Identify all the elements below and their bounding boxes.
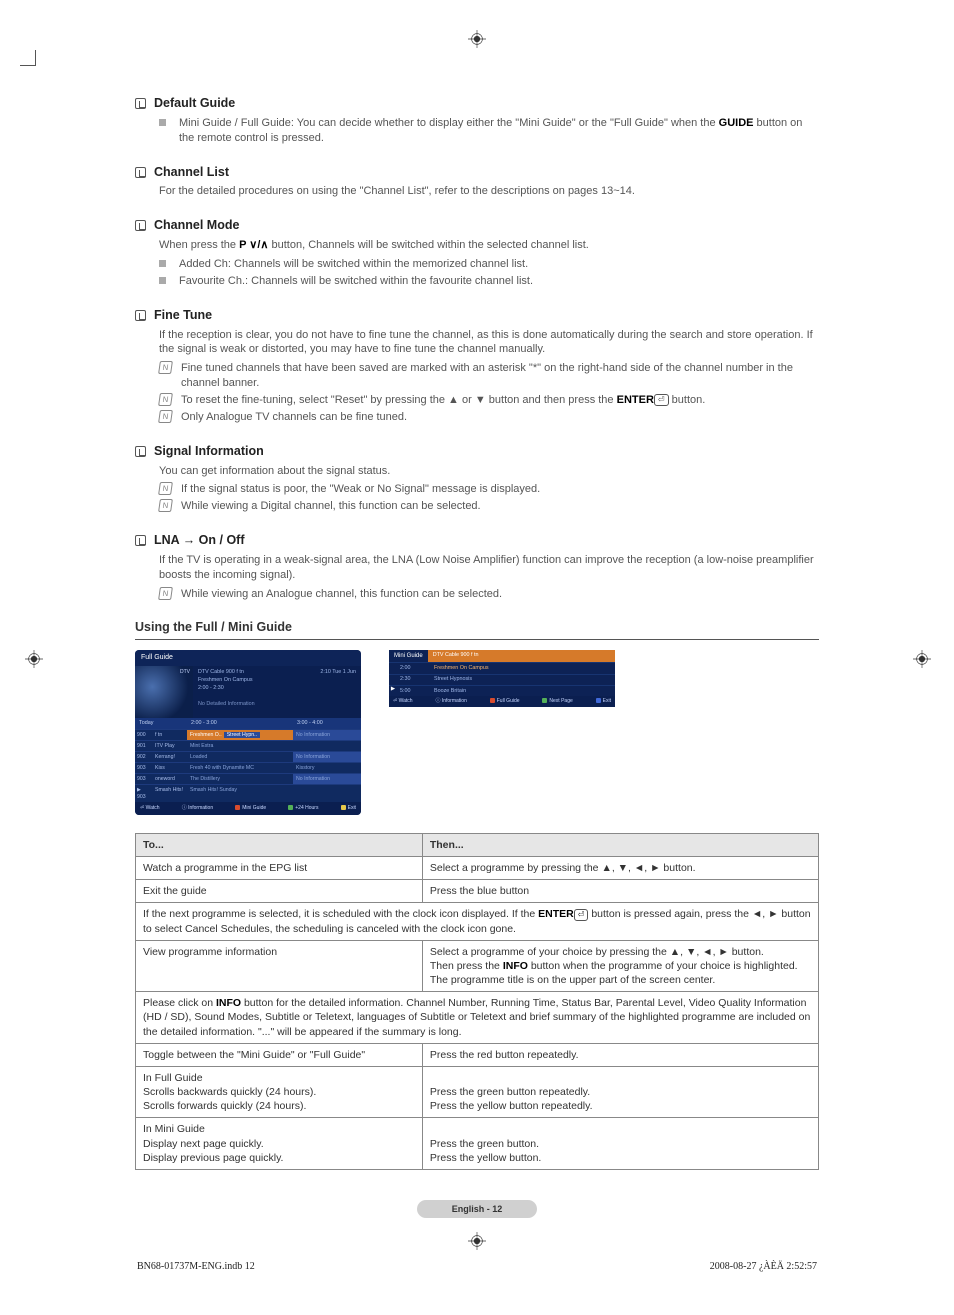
note-item: NIf the signal status is poor, the "Weak… <box>159 482 819 497</box>
note-icon: N <box>158 482 173 495</box>
section-marker-icon <box>135 310 146 321</box>
note-icon: N <box>158 499 173 512</box>
section-body: You can get information about the signal… <box>159 464 819 479</box>
fg-row: 900f tnFreshmen O..Street Hypn..No Infor… <box>135 729 361 740</box>
square-bullet-icon <box>159 277 166 284</box>
th-then: Then... <box>422 833 818 856</box>
fg-row: 901ITV PlayMint Extra <box>135 740 361 751</box>
note-icon: N <box>158 587 173 600</box>
section-title: Channel List <box>154 164 229 181</box>
table-row: In Mini Guide Display next page quickly.… <box>136 1118 819 1170</box>
instruction-table: To... Then... Watch a programme in the E… <box>135 833 819 1170</box>
fg-preview-info: DTV Cable 900 f tn2:10 Tue 1 Jun Freshme… <box>193 666 361 718</box>
table-note-row: Please click on INFO button for the deta… <box>136 992 819 1044</box>
note-item: NFine tuned channels that have been save… <box>159 361 819 391</box>
section-marker-icon <box>135 220 146 231</box>
square-bullet-icon <box>159 260 166 267</box>
section-body: When press the P ∨/∧ button, Channels wi… <box>159 238 819 253</box>
mg-row: 2:30Street Hypnosis <box>389 674 615 685</box>
full-guide-screenshot: Full Guide DTV DTV Cable 900 f tn2:10 Tu… <box>135 650 361 815</box>
section-marker-icon <box>135 98 146 109</box>
note-item: NWhile viewing a Digital channel, this f… <box>159 499 819 514</box>
section-title: Channel Mode <box>154 217 239 234</box>
page-number-badge: English - 12 <box>417 1200 537 1218</box>
note-item: NTo reset the fine-tuning, select "Reset… <box>159 393 819 408</box>
enter-icon: ⏎ <box>654 394 669 406</box>
mini-guide-screenshot: Mini Guide DTV Cable 900 f tn 2:00Freshm… <box>389 650 615 707</box>
section-channel-mode: Channel Mode When press the P ∨/∧ button… <box>135 217 819 288</box>
table-note-row: If the next programme is selected, it is… <box>136 903 819 940</box>
table-row: In Full Guide Scrolls backwards quickly … <box>136 1066 819 1118</box>
note-item: NOnly Analogue TV channels can be fine t… <box>159 410 819 425</box>
section-channel-list: Channel List For the detailed procedures… <box>135 164 819 200</box>
section-title: Fine Tune <box>154 307 212 324</box>
section-body: For the detailed procedures on using the… <box>159 184 819 199</box>
fg-preview-thumb: DTV <box>135 666 193 718</box>
subheading-using-guide: Using the Full / Mini Guide <box>135 619 819 640</box>
enter-icon: ⏎ <box>574 909 589 921</box>
table-row: View programme information Select a prog… <box>136 940 819 992</box>
section-fine-tune: Fine Tune If the reception is clear, you… <box>135 307 819 425</box>
section-body: If the TV is operating in a weak-signal … <box>159 553 819 583</box>
fg-row: ▶ 903Smash Hits!Smash Hits! Sunday <box>135 784 361 802</box>
fg-table-header: Today 2:00 - 3:00 3:00 - 4:00 <box>135 718 361 729</box>
note-icon: N <box>158 393 173 406</box>
section-title: Signal Information <box>154 443 264 460</box>
footer-timestamp: 2008-08-27 ¿ÀÈÄ 2:52:57 <box>710 1260 817 1274</box>
th-to: To... <box>136 833 423 856</box>
table-row: Watch a programme in the EPG list Select… <box>136 857 819 880</box>
fg-row: 903KissFresh 40 with Dynamite MCKisstory <box>135 762 361 773</box>
section-marker-icon <box>135 446 146 457</box>
crop-mark-tl <box>20 50 36 66</box>
note-icon: N <box>158 410 173 423</box>
section-default-guide: Default Guide Mini Guide / Full Guide: Y… <box>135 95 819 146</box>
mg-row: 2:00Freshmen On Campus <box>389 662 615 673</box>
fg-row: 903onewordThe DistilleryNo Information <box>135 773 361 784</box>
fg-footer: ⏎ Watch ⓘ Information Mini Guide +24 Hou… <box>135 802 361 815</box>
bullet-item: Mini Guide / Full Guide: You can decide … <box>159 116 819 146</box>
section-lna: LNA → On / Off If the TV is operating in… <box>135 532 819 601</box>
section-signal-information: Signal Information You can get informati… <box>135 443 819 514</box>
mg-footer: ⏎ Watch ⓘ Information Full Guide Next Pa… <box>389 696 615 707</box>
bullet-item: Added Ch: Channels will be switched with… <box>159 257 819 272</box>
footer-filename: BN68-01737M-ENG.indb 12 <box>137 1260 255 1274</box>
registration-mark-right <box>913 650 929 666</box>
square-bullet-icon <box>159 119 166 126</box>
table-row: Exit the guide Press the blue button <box>136 880 819 903</box>
mg-header: Mini Guide DTV Cable 900 f tn <box>389 650 615 662</box>
section-title: Default Guide <box>154 95 235 112</box>
registration-mark-bottom <box>468 1232 486 1255</box>
mg-row: ▶5:00Booze Britain <box>389 685 615 696</box>
section-marker-icon <box>135 535 146 546</box>
table-row: Toggle between the "Mini Guide" or "Full… <box>136 1043 819 1066</box>
bullet-item: Favourite Ch.: Channels will be switched… <box>159 274 819 289</box>
fg-title: Full Guide <box>135 650 361 665</box>
section-title: LNA → On / Off <box>154 532 245 549</box>
note-item: NWhile viewing an Analogue channel, this… <box>159 587 819 602</box>
section-marker-icon <box>135 167 146 178</box>
note-icon: N <box>158 361 173 374</box>
registration-mark-left <box>25 650 41 666</box>
section-body: If the reception is clear, you do not ha… <box>159 328 819 358</box>
fg-row: 902Kerrang!LoadedNo Information <box>135 751 361 762</box>
table-header-row: To... Then... <box>136 833 819 856</box>
